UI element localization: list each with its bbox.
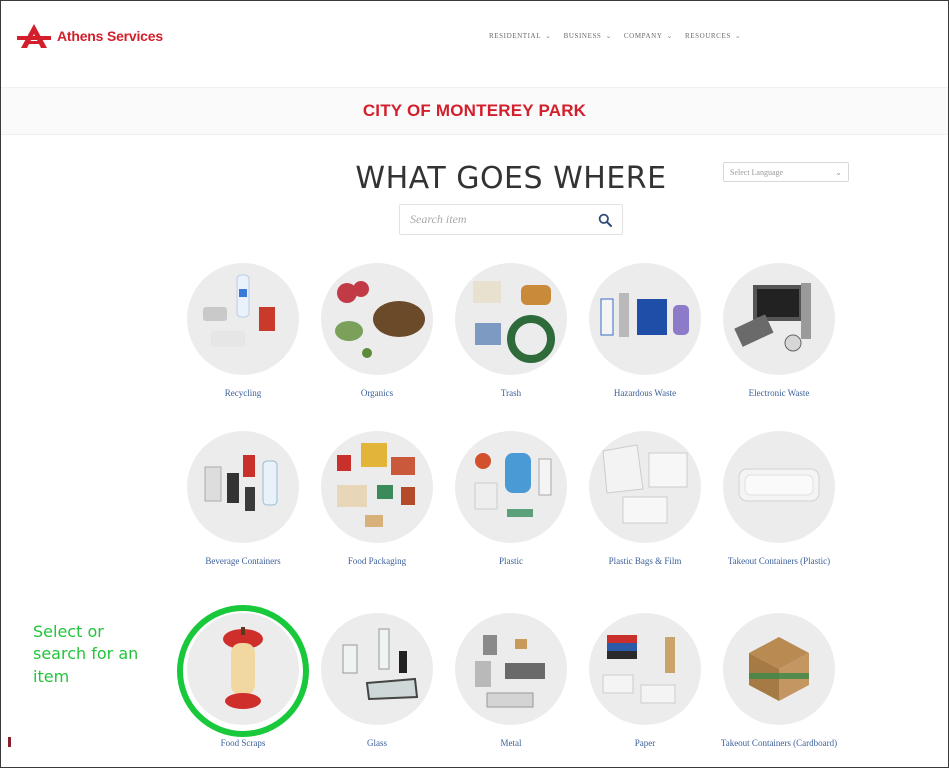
category-label: Takeout Containers (Cardboard): [720, 738, 838, 748]
page-frame: Athens Services RESIDENTIAL ⌄ BUSINESS ⌄…: [0, 0, 949, 768]
nav-label: RESIDENTIAL: [489, 32, 542, 40]
category-label: Food Packaging: [347, 556, 407, 566]
category-electronic-waste[interactable]: Electronic Waste: [717, 263, 841, 399]
nav-label: RESOURCES: [684, 32, 731, 40]
category-beverage-containers[interactable]: Beverage Containers: [181, 431, 305, 567]
category-row: Recycling Organics Trash Hazardous Waste…: [181, 263, 851, 413]
language-select[interactable]: Select Language ⌄: [723, 162, 849, 182]
category-label: Hazardous Waste: [613, 388, 677, 398]
category-takeout-cardboard[interactable]: Takeout Containers (Cardboard): [717, 613, 841, 749]
callout-line: item: [33, 666, 70, 686]
food-packaging-image: [321, 431, 433, 543]
category-paper[interactable]: Paper: [583, 613, 707, 749]
callout-line: Select or: [33, 622, 104, 641]
category-label: Electronic Waste: [748, 388, 810, 398]
edge-marker: [8, 737, 11, 747]
search-icon[interactable]: [598, 213, 612, 227]
category-label: Paper: [634, 738, 656, 748]
city-banner: CITY OF MONTEREY PARK: [1, 87, 948, 135]
category-label: Metal: [500, 738, 522, 748]
athens-logo-icon: [17, 24, 51, 48]
search-input[interactable]: [410, 212, 580, 227]
category-label: Glass: [367, 738, 387, 748]
electronic-waste-image: [723, 263, 835, 375]
category-label: Plastic: [499, 556, 523, 566]
search-box: [399, 204, 623, 235]
category-food-packaging[interactable]: Food Packaging: [315, 431, 439, 567]
hazardous-waste-image: [589, 263, 701, 375]
category-label: Plastic Bags & Film: [608, 556, 682, 566]
paper-image: [589, 613, 701, 725]
plastic-image: [455, 431, 567, 543]
category-row: Beverage Containers Food Packaging Plast…: [181, 431, 851, 581]
brand-name: Athens Services: [57, 28, 163, 44]
takeout-cardboard-image: [723, 613, 835, 725]
plastic-bags-film-image: [589, 431, 701, 543]
category-organics[interactable]: Organics: [315, 263, 439, 399]
brand-logo[interactable]: Athens Services: [17, 23, 163, 49]
instruction-callout: Select or search for an item: [33, 621, 138, 688]
nav-label: COMPANY: [623, 32, 663, 40]
nav-residential[interactable]: RESIDENTIAL ⌄: [489, 32, 552, 40]
category-label: Recycling: [224, 388, 262, 398]
nav-business[interactable]: BUSINESS ⌄: [564, 32, 612, 40]
category-hazardous-waste[interactable]: Hazardous Waste: [583, 263, 707, 399]
category-label: Organics: [360, 388, 394, 398]
category-label: Beverage Containers: [205, 556, 281, 566]
category-trash[interactable]: Trash: [449, 263, 573, 399]
trash-image: [455, 263, 567, 375]
category-metal[interactable]: Metal: [449, 613, 573, 749]
category-label: Food Scraps: [220, 738, 266, 748]
recycling-image: [187, 263, 299, 375]
city-title: CITY OF MONTEREY PARK: [362, 101, 587, 120]
category-label: Trash: [500, 388, 522, 398]
beverage-containers-image: [187, 431, 299, 543]
nav-resources[interactable]: RESOURCES ⌄: [685, 32, 741, 40]
category-label: Takeout Containers (Plastic): [727, 556, 831, 566]
category-takeout-plastic[interactable]: Takeout Containers (Plastic): [717, 431, 841, 567]
organics-image: [321, 263, 433, 375]
category-plastic[interactable]: Plastic: [449, 431, 573, 567]
chevron-down-icon: ⌄: [835, 167, 842, 177]
chevron-down-icon: ⌄: [605, 32, 612, 40]
callout-line: search for an: [33, 644, 139, 664]
metal-image: [455, 613, 567, 725]
glass-image: [321, 613, 433, 725]
category-glass[interactable]: Glass: [315, 613, 439, 749]
language-select-value: Select Language: [730, 167, 784, 177]
takeout-plastic-image: [723, 431, 835, 543]
nav-company[interactable]: COMPANY ⌄: [624, 32, 673, 40]
main-nav: RESIDENTIAL ⌄ BUSINESS ⌄ COMPANY ⌄ RESOU…: [489, 32, 741, 40]
chevron-down-icon: ⌄: [666, 32, 673, 40]
highlight-circle: [177, 605, 309, 737]
site-header: Athens Services RESIDENTIAL ⌄ BUSINESS ⌄…: [1, 1, 948, 83]
chevron-down-icon: ⌄: [734, 32, 742, 40]
category-recycling[interactable]: Recycling: [181, 263, 305, 399]
category-plastic-bags-film[interactable]: Plastic Bags & Film: [583, 431, 707, 567]
page-title: WHAT GOES WHERE: [355, 161, 667, 196]
chevron-down-icon: ⌄: [545, 32, 552, 40]
nav-label: BUSINESS: [563, 32, 602, 40]
